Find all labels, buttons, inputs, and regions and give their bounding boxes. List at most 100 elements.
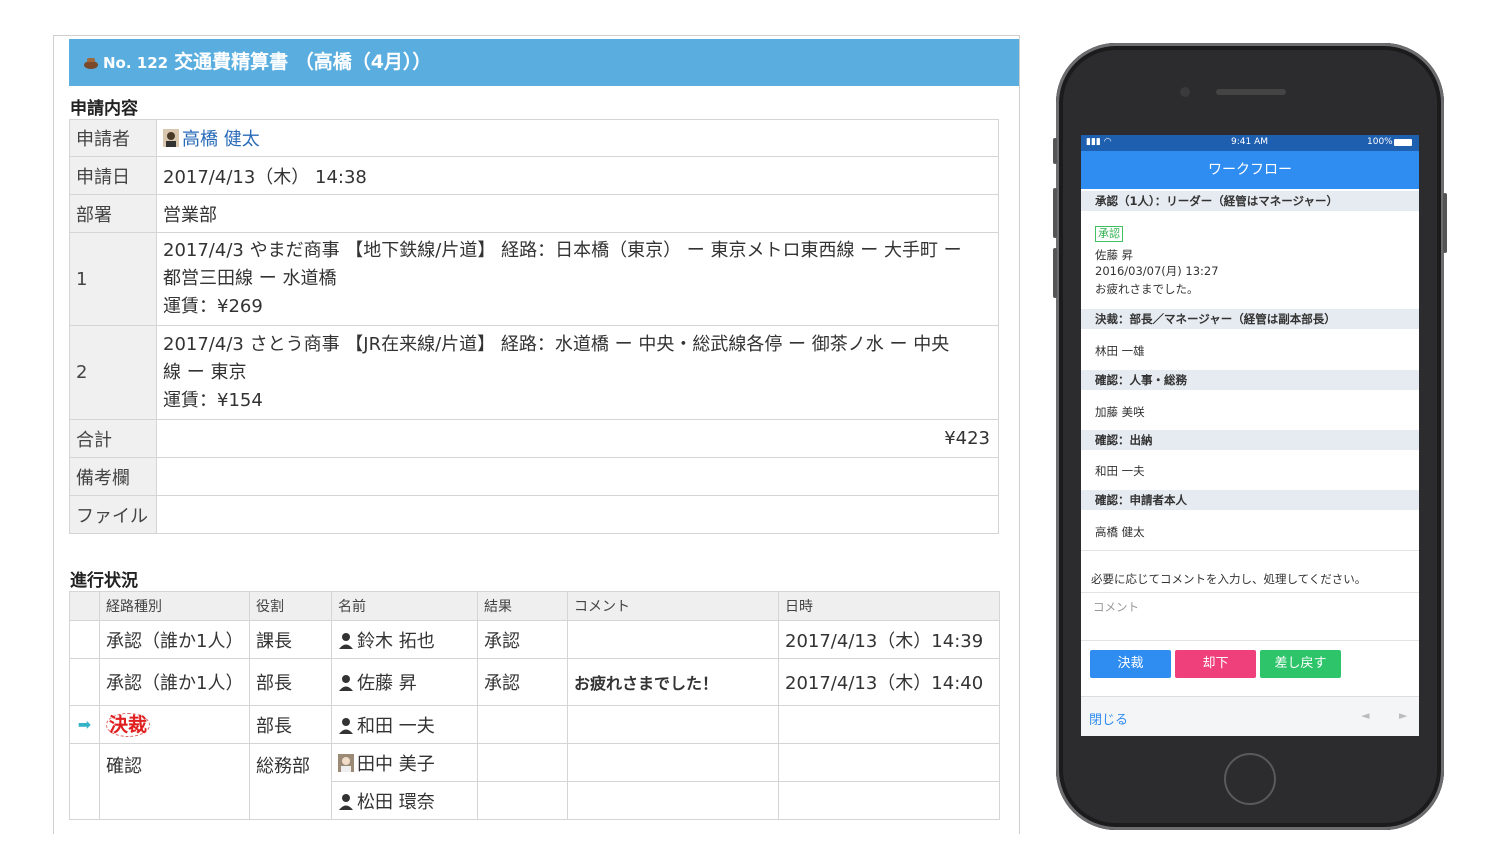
person: 和田 一夫 bbox=[331, 705, 478, 744]
marker-cell: ➡ bbox=[69, 705, 100, 744]
result bbox=[477, 781, 568, 820]
progress-section-heading: 進行状況 bbox=[70, 571, 138, 591]
result: 承認 bbox=[477, 620, 568, 659]
phone-footer: 閉じる ◄ ► bbox=[1081, 696, 1419, 736]
notes-label: 備考欄 bbox=[69, 457, 157, 496]
datetime bbox=[778, 781, 1000, 820]
reject-button[interactable]: 却下 bbox=[1175, 650, 1256, 678]
applicant-label: 申請者 bbox=[69, 119, 157, 157]
pot-icon bbox=[84, 58, 98, 69]
signal-icon: ▮▮▮ ◠ bbox=[1086, 137, 1112, 147]
item1-fare: 運賃：¥269 bbox=[163, 296, 263, 317]
step1-header: 承認（1人）：リーダー（経管はマネージャー） bbox=[1081, 191, 1419, 211]
header-route-type: 経路種別 bbox=[99, 591, 250, 621]
front-camera bbox=[1180, 87, 1190, 97]
step1-date: 2016/03/07(月) 13:27 bbox=[1095, 264, 1219, 278]
comment bbox=[567, 705, 779, 744]
header-role: 役割 bbox=[249, 591, 332, 621]
result bbox=[477, 743, 568, 782]
user-avatar-icon bbox=[339, 675, 353, 691]
battery-percent: 100% bbox=[1367, 137, 1393, 147]
document-title-bar: No. 122 交通費精算書 （高橋（4月）） bbox=[69, 39, 1019, 86]
table-row: 1 2017/4/3 やまだ商事 【地下鉄線/片道】 経路：日本橋（東京） ー … bbox=[69, 232, 999, 326]
document-number: No. 122 bbox=[103, 54, 169, 72]
battery-icon bbox=[1394, 139, 1412, 146]
datetime bbox=[778, 705, 1000, 744]
step1-badge-wrap: 承認 bbox=[1095, 225, 1123, 242]
person-name: 佐藤 昇 bbox=[357, 673, 417, 694]
approved-badge: 承認 bbox=[1095, 226, 1123, 242]
prev-arrow-icon[interactable]: ◄ bbox=[1361, 709, 1369, 722]
step5-header: 確認：申請者本人 bbox=[1081, 490, 1419, 510]
date-value: 2017/4/13（木） 14:38 bbox=[156, 156, 999, 195]
decision-stamp: 決裁 bbox=[106, 712, 151, 737]
item2-value: 2017/4/3 さとう商事 【JR在来線/片道】 経路：水道橋 ー 中央・総武… bbox=[156, 325, 999, 420]
person-name: 松田 環奈 bbox=[357, 791, 435, 813]
item2-fare: 運賃：¥154 bbox=[163, 389, 263, 411]
volume-up-button bbox=[1053, 188, 1057, 238]
table-row: 合計 ¥423 bbox=[69, 419, 999, 458]
item1-value: 2017/4/3 やまだ商事 【地下鉄線/片道】 経路：日本橋（東京） ー 東京… bbox=[156, 232, 999, 326]
route-type: 承認（誰か1人） bbox=[99, 658, 250, 706]
route-type: 決裁 bbox=[99, 705, 250, 744]
marker-cell bbox=[69, 620, 100, 659]
divider bbox=[1081, 640, 1419, 641]
date-label: 申請日 bbox=[69, 156, 157, 195]
table-row: 備考欄 bbox=[69, 457, 999, 496]
user-avatar-icon bbox=[338, 753, 354, 772]
applicant-link[interactable]: 高橋 健太 bbox=[182, 129, 260, 150]
comment-input[interactable]: コメント bbox=[1093, 599, 1139, 615]
approve-button[interactable]: 決裁 bbox=[1090, 650, 1171, 678]
role: 部長 bbox=[249, 705, 332, 744]
person: 鈴木 拓也 bbox=[331, 620, 478, 659]
datetime: 2017/4/13（木）14:39 bbox=[778, 620, 1000, 659]
table-row: 確認 総務部 田中 美子 bbox=[69, 743, 1000, 820]
step5-name: 高橋 健太 bbox=[1095, 525, 1145, 539]
home-button[interactable] bbox=[1224, 753, 1276, 805]
comment: お疲れさまでした！ bbox=[567, 658, 779, 706]
power-button bbox=[1443, 193, 1447, 253]
step3-header: 確認：人事・総務 bbox=[1081, 370, 1419, 390]
divider bbox=[1081, 550, 1419, 551]
comment bbox=[567, 620, 779, 659]
step4-header: 確認：出納 bbox=[1081, 430, 1419, 450]
total-label: 合計 bbox=[69, 419, 157, 458]
table-row: 部署 営業部 bbox=[69, 194, 999, 233]
comment bbox=[567, 743, 779, 782]
header-datetime: 日時 bbox=[778, 591, 1000, 621]
desktop-window: No. 122 交通費精算書 （高橋（4月）） 申請内容 申請者 高橋 健太 申請… bbox=[53, 35, 1020, 834]
step1-name: 佐藤 昇 bbox=[1095, 248, 1134, 262]
person: 松田 環奈 bbox=[331, 781, 478, 820]
item2-route-line2: 線 ー 東京 bbox=[163, 361, 247, 383]
application-section-heading: 申請内容 bbox=[70, 99, 138, 119]
table-row: 申請者 高橋 健太 bbox=[69, 119, 999, 157]
step1-comment: お疲れさまでした。 bbox=[1095, 282, 1199, 296]
mute-switch bbox=[1053, 138, 1057, 164]
user-avatar-icon bbox=[163, 129, 179, 147]
earpiece-speaker bbox=[1216, 89, 1286, 95]
file-value bbox=[156, 495, 999, 534]
next-arrow-icon[interactable]: ► bbox=[1399, 709, 1407, 722]
item1-route-line2: 都営三田線 ー 水道橋 bbox=[163, 268, 337, 289]
person-name: 田中 美子 bbox=[357, 753, 435, 775]
comment bbox=[567, 781, 779, 820]
divider bbox=[1081, 592, 1419, 593]
user-avatar-icon bbox=[339, 793, 353, 810]
step2-name: 林田 一雄 bbox=[1095, 344, 1145, 358]
return-button[interactable]: 差し戻す bbox=[1260, 650, 1341, 678]
application-table: 申請者 高橋 健太 申請日 2017/4/13（木） 14:38 部署 営業部 … bbox=[69, 119, 999, 534]
item1-route-line1: 2017/4/3 やまだ商事 【地下鉄線/片道】 経路：日本橋（東京） ー 東京… bbox=[163, 240, 962, 261]
notes-value bbox=[156, 457, 999, 496]
datetime: 2017/4/13（木）14:40 bbox=[778, 658, 1000, 706]
table-row: 申請日 2017/4/13（木） 14:38 bbox=[69, 156, 999, 195]
status-bar: ▮▮▮ ◠ 9:41 AM 100% bbox=[1081, 135, 1419, 151]
marker-cell bbox=[69, 743, 100, 820]
table-row: 承認（誰か1人） 部長 佐藤 昇 承認 お疲れさまでした！ 2017/4/13（… bbox=[69, 658, 1000, 706]
role: 課長 bbox=[249, 620, 332, 659]
header-comment: コメント bbox=[567, 591, 779, 621]
close-link[interactable]: 閉じる bbox=[1089, 709, 1128, 728]
file-label: ファイル bbox=[69, 495, 157, 534]
item2-label: 2 bbox=[69, 325, 157, 420]
step2-header: 決裁：部長／マネージャー（経管は副本部長） bbox=[1081, 309, 1419, 329]
table-row: 2 2017/4/3 さとう商事 【JR在来線/片道】 経路：水道橋 ー 中央・… bbox=[69, 325, 999, 420]
